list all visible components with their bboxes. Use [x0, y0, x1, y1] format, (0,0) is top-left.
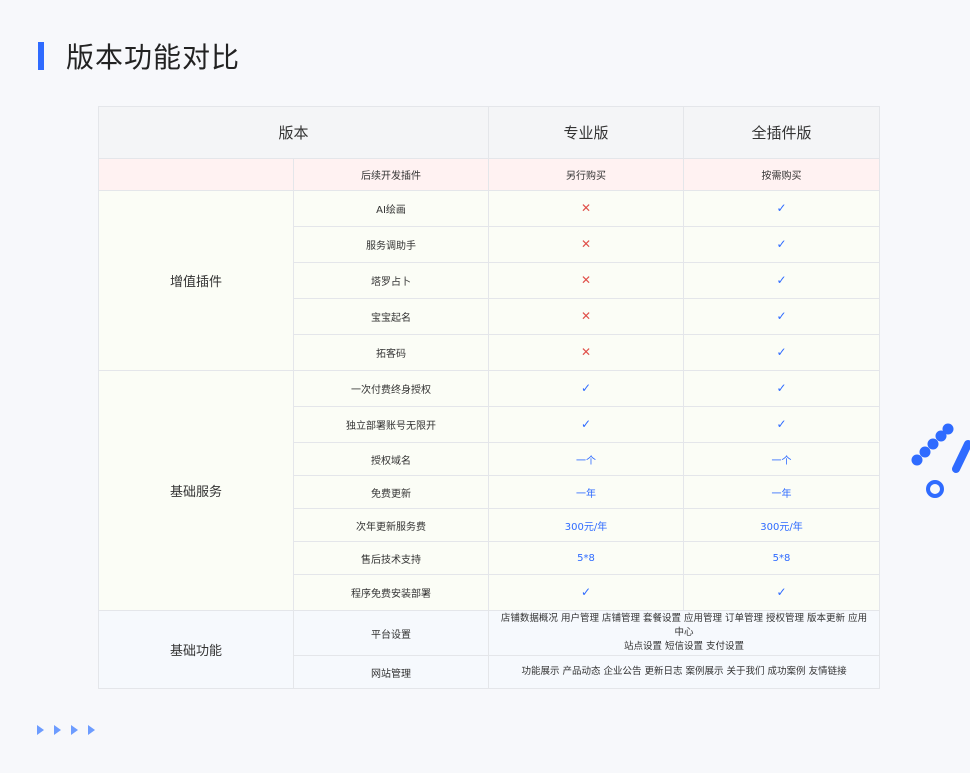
table-header-row: 版本 专业版 全插件版	[97, 106, 881, 159]
cross-icon: ✕	[580, 345, 592, 359]
row-label: 售后技术支持	[292, 541, 490, 575]
cell-pro: ✕	[488, 262, 685, 299]
page-header: 版本功能对比	[38, 36, 240, 76]
cross-icon: ✕	[580, 201, 592, 215]
cell-all: 一个	[683, 442, 881, 476]
cell-all: ✓	[683, 406, 881, 443]
check-icon: ✓	[776, 237, 787, 251]
row-label: 平台设置	[292, 610, 490, 656]
feature-list-line: 站点设置 短信设置 支付设置	[623, 641, 745, 652]
header-version: 版本	[97, 106, 490, 159]
feature-list-cell: 店铺数据概况 用户管理 店铺管理 套餐设置 应用管理 订单管理 授权管理 版本更…	[488, 610, 881, 656]
arrow-right-icon	[71, 725, 78, 735]
table-row: 基础功能 平台设置 店铺数据概况 用户管理 店铺管理 套餐设置 应用管理 订单管…	[98, 610, 881, 689]
title-accent-bar	[38, 42, 44, 70]
row-label: 网站管理	[292, 655, 490, 689]
row-label: 服务调助手	[292, 226, 490, 263]
cell-pro: 300元/年	[488, 508, 685, 542]
table-row: 后续开发插件 另行购买 按需购买	[98, 158, 881, 191]
group-label: 增值插件	[98, 190, 294, 371]
arrow-right-icon	[37, 725, 44, 735]
cell-pro: ✓	[488, 406, 685, 443]
check-icon: ✓	[776, 309, 787, 323]
empty-cell	[98, 158, 294, 191]
row-label: 拓客码	[292, 334, 490, 371]
check-icon: ✓	[776, 585, 787, 599]
check-icon: ✓	[580, 417, 592, 431]
feature-list-cell: 功能展示 产品动态 企业公告 更新日志 案例展示 关于我们 成功案例 友情链接	[488, 655, 881, 689]
cross-icon: ✕	[580, 237, 592, 251]
row-label: 程序免费安装部署	[292, 574, 490, 611]
cell-pro: ✕	[488, 226, 685, 263]
group-label: 基础服务	[98, 370, 294, 611]
feature-list-line: 功能展示 产品动态 企业公告 更新日志 案例展示 关于我们 成功案例 友情链接	[521, 666, 847, 677]
cell-all: 300元/年	[683, 508, 881, 542]
group-label: 基础功能	[98, 610, 294, 689]
cell-all: ✓	[683, 574, 881, 611]
cell-pro: 一个	[488, 442, 685, 476]
table-row: 增值插件 AI绘画 ✕ ✓	[98, 190, 881, 371]
row-label: 独立部署账号无限开	[292, 406, 490, 443]
row-label: 次年更新服务费	[292, 508, 490, 542]
cell-pro: 另行购买	[488, 158, 685, 191]
cell-all: ✓	[683, 190, 881, 227]
cell-pro: 一年	[488, 475, 685, 509]
arrow-right-icon	[54, 725, 61, 735]
table-row: 基础服务 一次付费终身授权 ✓ ✓	[98, 370, 881, 611]
cell-all: ✓	[683, 226, 881, 263]
decorative-chain-icon	[911, 423, 970, 473]
row-label: 一次付费终身授权	[292, 370, 490, 407]
cell-all: 5*8	[683, 541, 881, 575]
header-all-plugins: 全插件版	[683, 106, 881, 159]
row-label: 宝宝起名	[292, 298, 490, 335]
check-icon: ✓	[776, 417, 787, 431]
cell-all: ✓	[683, 262, 881, 299]
decorative-circle-icon	[926, 480, 944, 498]
cell-pro: ✕	[488, 190, 685, 227]
row-label: 后续开发插件	[292, 158, 490, 191]
cell-pro: ✓	[488, 574, 685, 611]
check-icon: ✓	[776, 201, 787, 215]
check-icon: ✓	[580, 381, 592, 395]
feature-list-line: 店铺数据概况 用户管理 店铺管理 套餐设置 应用管理 订单管理 授权管理 版本更…	[500, 613, 868, 638]
cell-pro: ✕	[488, 334, 685, 371]
row-label: AI绘画	[292, 190, 490, 227]
cell-all: ✓	[683, 334, 881, 371]
arrow-right-icon	[88, 725, 95, 735]
check-icon: ✓	[776, 345, 787, 359]
cell-pro: ✓	[488, 370, 685, 407]
row-label: 授权域名	[292, 442, 490, 476]
cross-icon: ✕	[580, 309, 592, 323]
check-icon: ✓	[776, 273, 787, 287]
check-icon: ✓	[776, 381, 787, 395]
cell-all: 一年	[683, 475, 881, 509]
row-label: 塔罗占卜	[292, 262, 490, 299]
row-label: 免费更新	[292, 475, 490, 509]
cross-icon: ✕	[580, 273, 592, 287]
header-pro: 专业版	[488, 106, 685, 159]
cell-pro: ✕	[488, 298, 685, 335]
check-icon: ✓	[580, 585, 592, 599]
cell-all: ✓	[683, 370, 881, 407]
decorative-arrows	[37, 725, 95, 735]
version-comparison-table: 版本 专业版 全插件版 后续开发插件 另行购买 按需购买 增值插件 AI绘画 ✕…	[97, 106, 881, 689]
cell-all: ✓	[683, 298, 881, 335]
page-title: 版本功能对比	[66, 41, 241, 74]
cell-all: 按需购买	[683, 158, 881, 191]
cell-pro: 5*8	[488, 541, 685, 575]
